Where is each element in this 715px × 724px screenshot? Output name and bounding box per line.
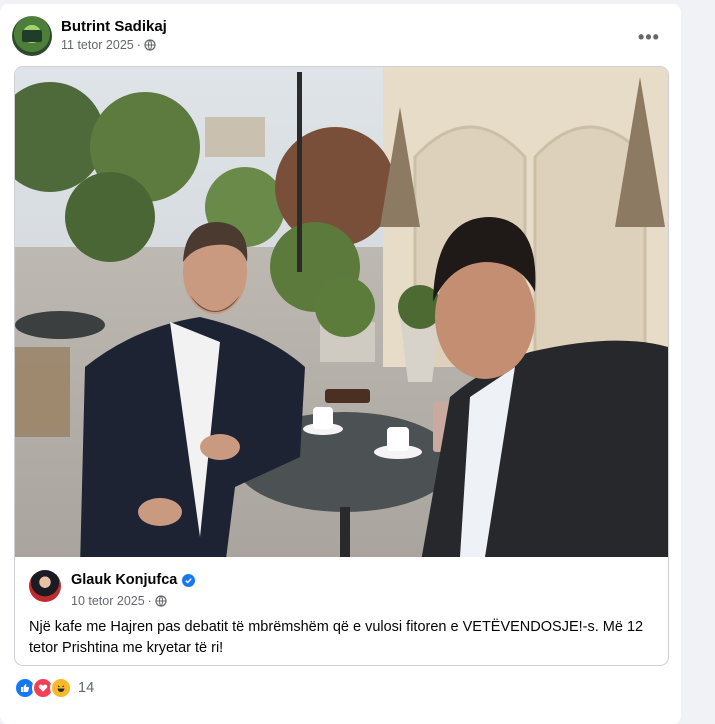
post-card: Butrint Sadikaj 11 tetor 2025 · ••• Glau… bbox=[0, 4, 681, 724]
shared-meta-separator: · bbox=[147, 594, 152, 608]
verified-badge-icon bbox=[182, 573, 196, 587]
shared-author: Glauk Konjufca 10 tetor 2025 · bbox=[29, 570, 659, 610]
shared-author-name-row: Glauk Konjufca bbox=[71, 572, 196, 588]
reaction-summary[interactable]: 14 bbox=[14, 677, 94, 699]
shared-post-date[interactable]: 10 tetor 2025 bbox=[71, 594, 145, 608]
post-photo[interactable] bbox=[15, 67, 668, 557]
shared-globe-icon[interactable] bbox=[155, 595, 167, 607]
meta-separator: · bbox=[136, 38, 141, 52]
shared-author-avatar[interactable] bbox=[29, 570, 61, 602]
reaction-count[interactable]: 14 bbox=[78, 680, 94, 696]
author-avatar[interactable] bbox=[12, 16, 52, 56]
author-name[interactable]: Butrint Sadikaj bbox=[61, 18, 167, 35]
post-meta: 11 tetor 2025 · bbox=[61, 38, 156, 52]
haha-reaction-icon bbox=[50, 677, 72, 699]
globe-icon[interactable] bbox=[144, 39, 156, 51]
more-options-icon[interactable]: ••• bbox=[636, 24, 662, 50]
post-header: Butrint Sadikaj 11 tetor 2025 · ••• bbox=[12, 16, 672, 60]
post-date[interactable]: 11 tetor 2025 bbox=[61, 38, 134, 52]
shared-author-name[interactable]: Glauk Konjufca bbox=[71, 572, 177, 588]
shared-post-text: Një kafe me Hajren pas debatit të mbrëms… bbox=[29, 619, 644, 656]
shared-post[interactable]: Glauk Konjufca 10 tetor 2025 · Një kafe … bbox=[14, 66, 669, 666]
shared-post-meta: 10 tetor 2025 · bbox=[71, 594, 167, 608]
